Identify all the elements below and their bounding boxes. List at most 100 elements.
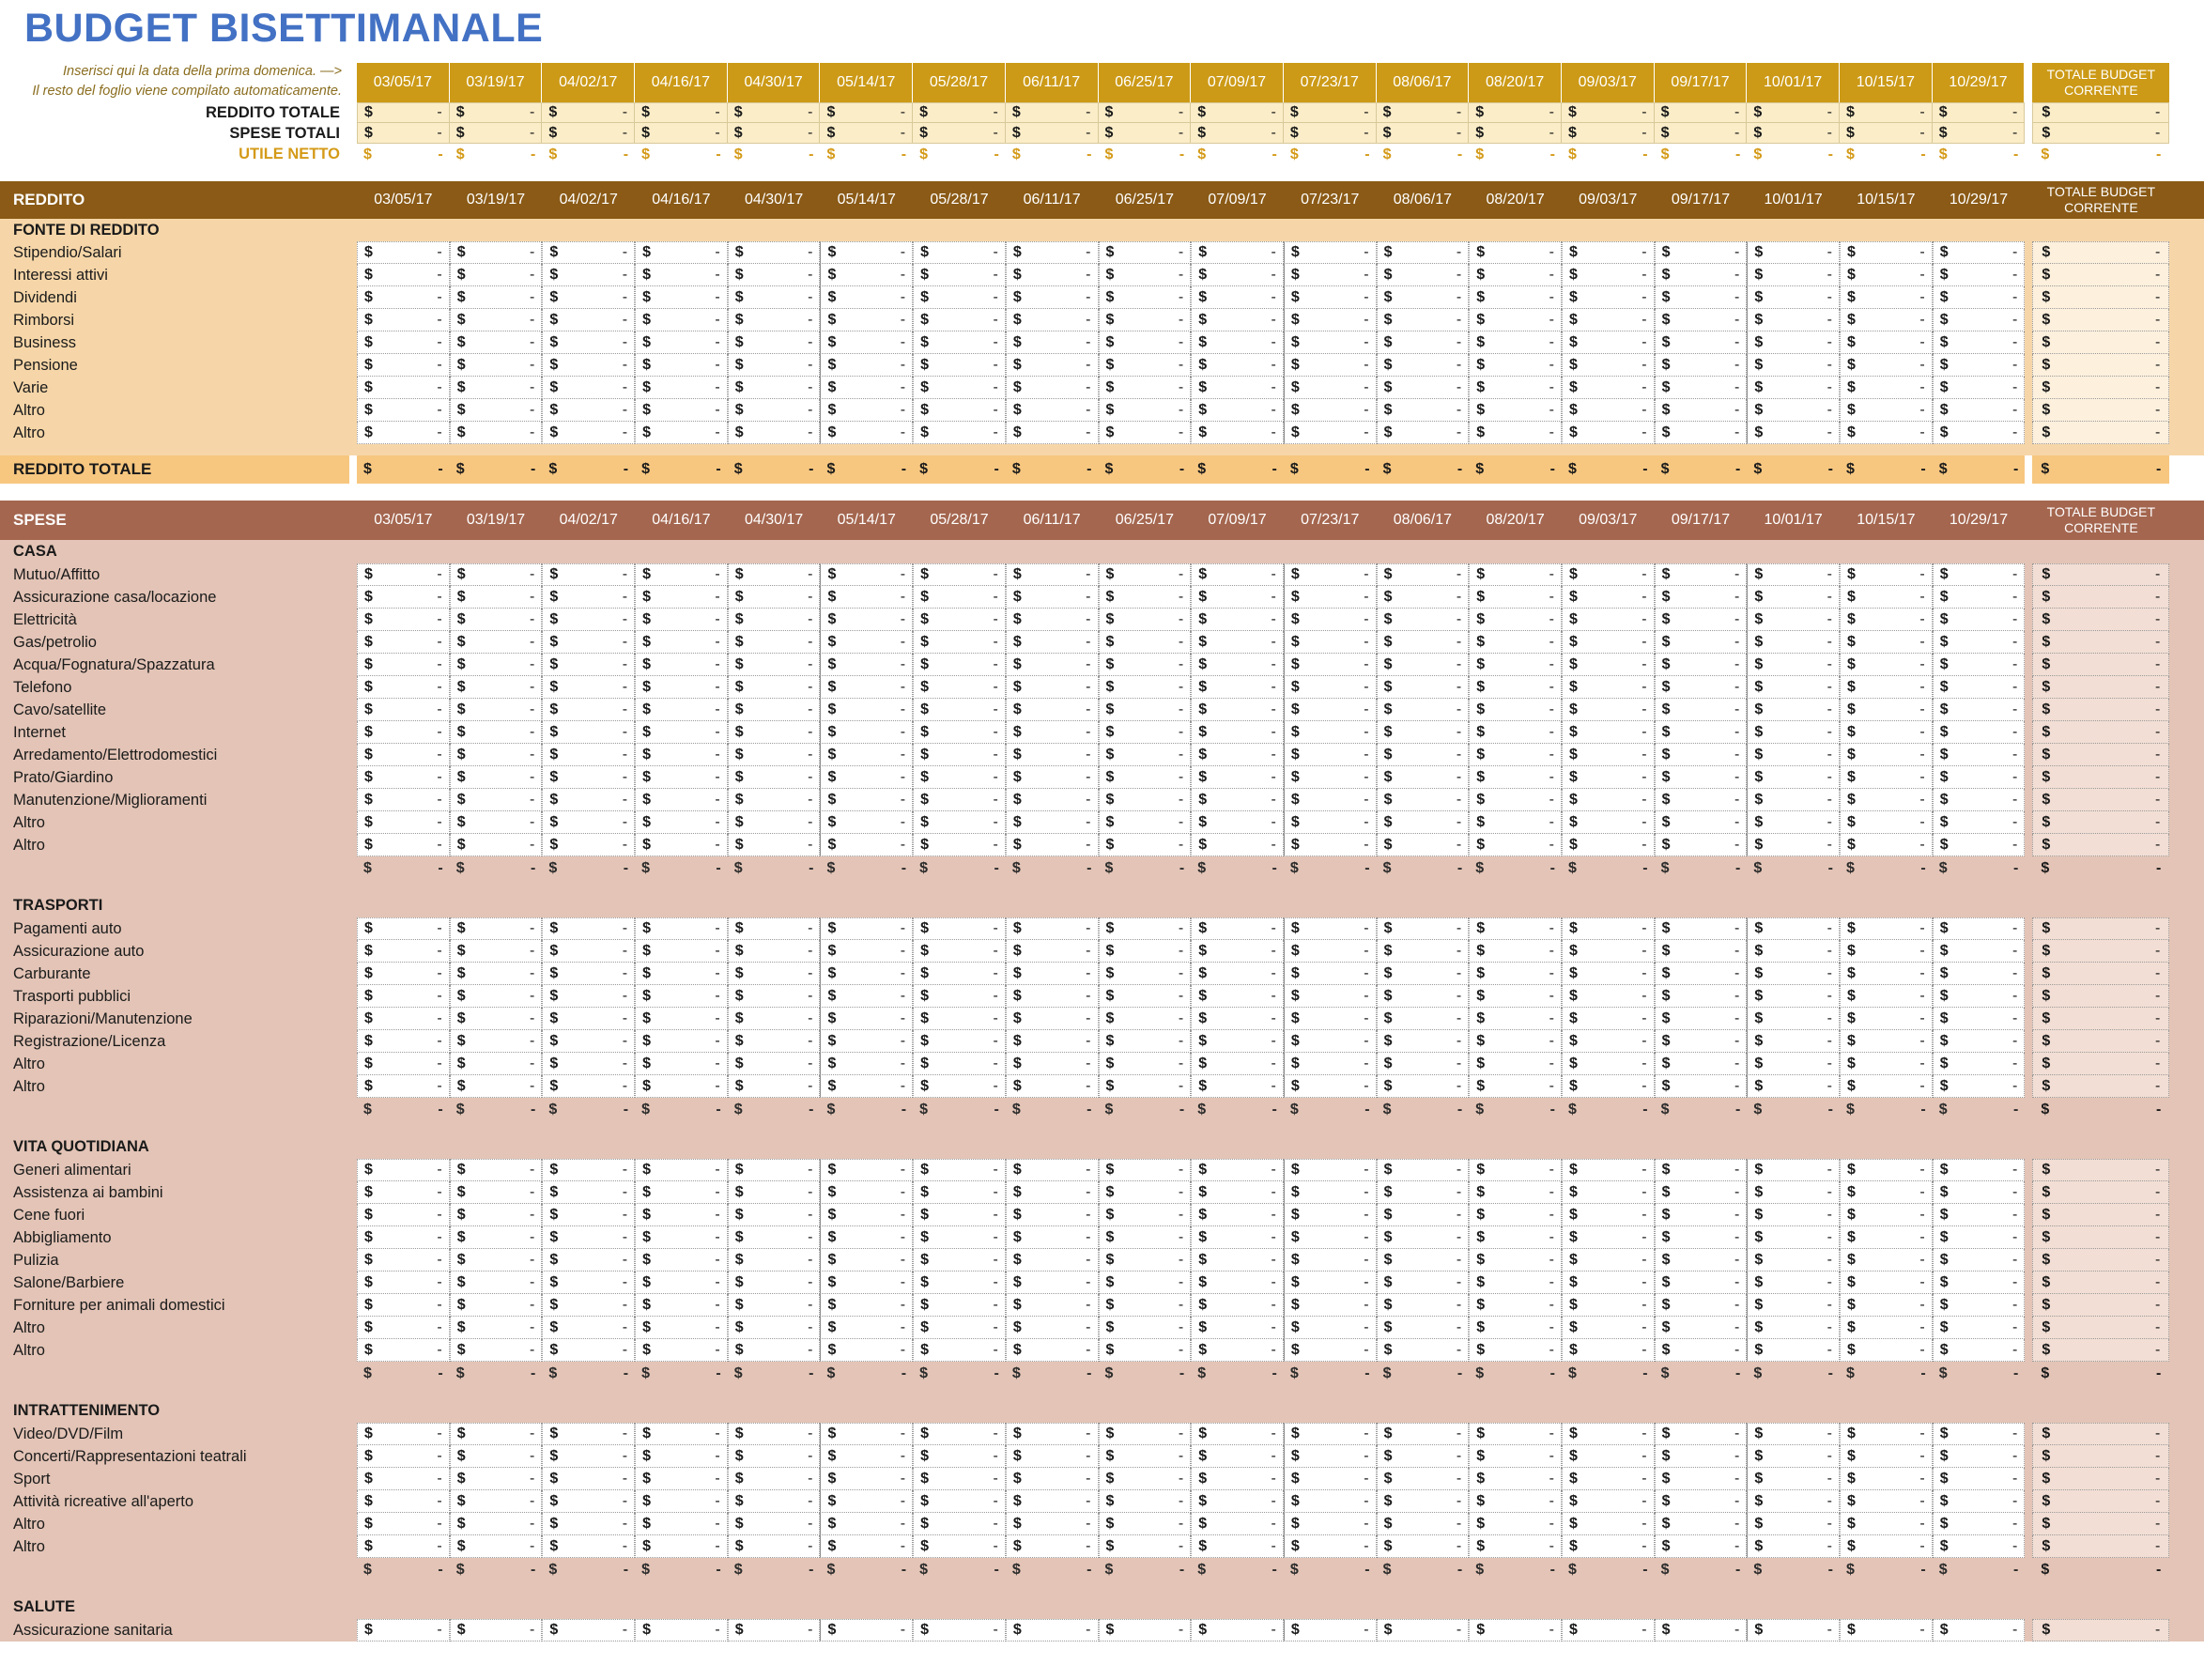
amount-cell[interactable]: $ - [357,354,450,378]
amount-cell[interactable]: $ - [357,331,450,355]
amount-cell[interactable]: $ - [1747,264,1840,287]
amount-cell[interactable]: $ - [1283,631,1377,655]
amount-cell[interactable]: $ - [449,1362,543,1387]
amount-cell[interactable]: $ - [449,1226,543,1250]
amount-cell[interactable]: $ - [913,1513,1006,1536]
amount-cell[interactable]: $ - [1098,1490,1192,1514]
amount-cell[interactable]: $ - [635,766,728,790]
amount-cell[interactable]: $ - [449,455,543,485]
amount-cell[interactable]: $ - [820,422,914,445]
amount-cell[interactable]: $ - [1376,455,1470,485]
amount-cell[interactable]: $ - [727,1008,821,1031]
amount-cell[interactable]: $ - [635,631,728,655]
amount-cell[interactable]: $ - [1469,331,1562,355]
amount-cell[interactable]: $ - [542,744,636,767]
amount-cell[interactable]: $ - [1747,354,1840,378]
amount-cell[interactable]: $ - [1840,1490,1933,1514]
amount-cell[interactable]: $ - [1932,917,2026,941]
amount-cell[interactable]: $ - [820,399,914,423]
amount-cell[interactable]: $ - [1098,455,1192,485]
amount-cell[interactable]: $ - [1098,422,1192,445]
amount-cell[interactable]: $ - [542,1513,636,1536]
amount-cell[interactable]: $ - [357,1317,450,1340]
row-total-cell[interactable]: $ - [2032,123,2170,145]
amount-cell[interactable]: $ - [913,586,1006,609]
amount-cell[interactable]: $ - [727,1204,821,1227]
amount-cell[interactable]: $ - [1005,1098,1099,1123]
amount-cell[interactable]: $ - [1283,1535,1377,1559]
amount-cell[interactable]: $ - [1654,699,1748,722]
amount-cell[interactable]: $ - [727,1226,821,1250]
amount-cell[interactable]: $ - [1283,676,1377,700]
amount-cell[interactable]: $ - [1376,377,1470,400]
amount-cell[interactable]: $ - [449,940,543,963]
amount-cell[interactable]: $ - [635,286,728,310]
amount-cell[interactable]: $ - [1098,766,1192,790]
amount-cell[interactable]: $ - [1005,144,1099,167]
amount-cell[interactable]: $ - [820,1445,914,1469]
amount-cell[interactable]: $ - [1469,609,1562,632]
amount-cell[interactable]: $ - [449,1468,543,1491]
amount-cell[interactable]: $ - [1469,1294,1562,1318]
amount-cell[interactable]: $ - [727,1317,821,1340]
amount-cell[interactable]: $ - [1747,1294,1840,1318]
row-total-cell[interactable]: $ - [2032,1339,2170,1363]
amount-cell[interactable]: $ - [1098,123,1192,145]
amount-cell[interactable]: $ - [635,563,728,587]
amount-cell[interactable]: $ - [1283,1317,1377,1340]
amount-cell[interactable]: $ - [913,1294,1006,1318]
amount-cell[interactable]: $ - [727,1272,821,1295]
amount-cell[interactable]: $ - [449,331,543,355]
row-total-cell[interactable]: $ - [2032,1204,2170,1227]
amount-cell[interactable]: $ - [1376,940,1470,963]
amount-cell[interactable]: $ - [1747,1159,1840,1182]
amount-cell[interactable]: $ - [1747,834,1840,857]
amount-cell[interactable]: $ - [1469,455,1562,485]
amount-cell[interactable]: $ - [1191,1249,1284,1272]
amount-cell[interactable]: $ - [1747,1317,1840,1340]
amount-cell[interactable]: $ - [1561,1317,1655,1340]
amount-cell[interactable]: $ - [727,1513,821,1536]
amount-cell[interactable]: $ - [913,286,1006,310]
amount-cell[interactable]: $ - [542,399,636,423]
amount-cell[interactable]: $ - [727,264,821,287]
amount-cell[interactable]: $ - [1191,1030,1284,1054]
amount-cell[interactable]: $ - [449,631,543,655]
amount-cell[interactable]: $ - [1005,1008,1099,1031]
amount-cell[interactable]: $ - [913,1535,1006,1559]
amount-cell[interactable]: $ - [542,1053,636,1076]
amount-cell[interactable]: $ - [542,563,636,587]
amount-cell[interactable]: $ - [1654,102,1748,124]
amount-cell[interactable]: $ - [542,1204,636,1227]
amount-cell[interactable]: $ - [542,609,636,632]
amount-cell[interactable]: $ - [820,1619,914,1642]
amount-cell[interactable]: $ - [1654,789,1748,812]
row-total-cell[interactable]: $ - [2032,1294,2170,1318]
amount-cell[interactable]: $ - [1191,1181,1284,1205]
amount-cell[interactable]: $ - [1747,1490,1840,1514]
amount-cell[interactable]: $ - [542,1558,636,1583]
amount-cell[interactable]: $ - [542,654,636,677]
amount-cell[interactable]: $ - [1376,1204,1470,1227]
amount-cell[interactable]: $ - [1654,1030,1748,1054]
row-total-cell[interactable]: $ - [2032,1226,2170,1250]
amount-cell[interactable]: $ - [1840,721,1933,745]
amount-cell[interactable]: $ - [635,1053,728,1076]
amount-cell[interactable]: $ - [1654,123,1748,145]
amount-cell[interactable]: $ - [1840,766,1933,790]
amount-cell[interactable]: $ - [1005,631,1099,655]
amount-cell[interactable]: $ - [727,917,821,941]
amount-cell[interactable]: $ - [542,144,636,167]
amount-cell[interactable]: $ - [542,1030,636,1054]
amount-cell[interactable]: $ - [1561,1558,1655,1583]
amount-cell[interactable]: $ - [1376,1445,1470,1469]
amount-cell[interactable]: $ - [1747,399,1840,423]
amount-cell[interactable]: $ - [1191,264,1284,287]
amount-cell[interactable]: $ - [1747,721,1840,745]
amount-cell[interactable]: $ - [449,1030,543,1054]
amount-cell[interactable]: $ - [1005,1423,1099,1446]
amount-cell[interactable]: $ - [820,563,914,587]
amount-cell[interactable]: $ - [1469,1339,1562,1363]
amount-cell[interactable]: $ - [635,811,728,835]
amount-cell[interactable]: $ - [1005,1159,1099,1182]
